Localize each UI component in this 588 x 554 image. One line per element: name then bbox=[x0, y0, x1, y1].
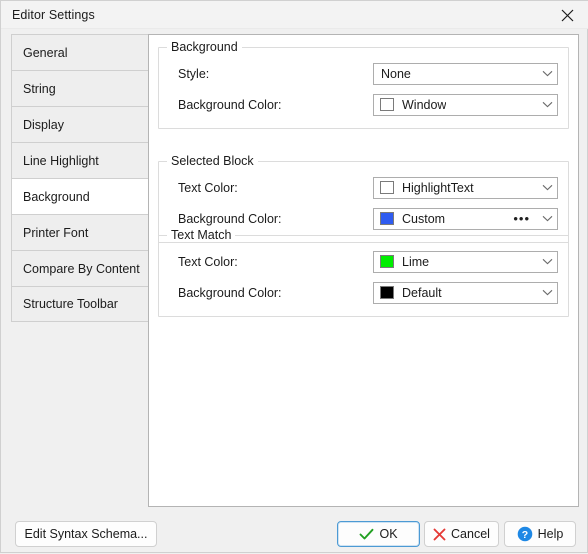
label-text-color: Text Color: bbox=[178, 180, 238, 195]
sidebar-item-background[interactable]: Background bbox=[11, 178, 149, 214]
settings-content-panel: Background Style: None Background Color: bbox=[148, 34, 579, 507]
title-bar: Editor Settings bbox=[1, 1, 588, 29]
color-swatch bbox=[380, 212, 394, 225]
label-background-color: Background Color: bbox=[178, 97, 282, 112]
combo-text-match-text-color[interactable]: Lime bbox=[373, 250, 558, 273]
ok-label: OK bbox=[379, 527, 398, 541]
label-background-color: Background Color: bbox=[178, 285, 282, 300]
color-swatch bbox=[380, 286, 394, 299]
sidebar-item-label: General bbox=[23, 45, 68, 60]
cancel-button[interactable]: Cancel bbox=[424, 521, 499, 547]
help-button[interactable]: ? Help bbox=[504, 521, 576, 547]
combo-selected-block-text-color-value: HighlightText bbox=[402, 180, 474, 195]
combo-selected-block-text-color[interactable]: HighlightText bbox=[373, 176, 558, 199]
chevron-down-icon[interactable] bbox=[537, 70, 557, 77]
edit-syntax-schema-label: Edit Syntax Schema... bbox=[24, 527, 148, 541]
combo-selected-block-background-color[interactable]: Custom ••• bbox=[373, 207, 558, 230]
color-swatch bbox=[380, 181, 394, 194]
combo-selected-block-background-color-value: Custom bbox=[402, 211, 446, 226]
window-title: Editor Settings bbox=[12, 7, 95, 22]
sidebar-item-label: String bbox=[23, 81, 56, 96]
row-background-style: Style: None bbox=[159, 58, 568, 89]
group-selected-block-title: Selected Block bbox=[167, 154, 258, 168]
close-x-icon bbox=[433, 528, 446, 541]
chevron-down-icon[interactable] bbox=[537, 184, 557, 191]
sidebar-item-label: Background bbox=[23, 189, 90, 204]
label-text-color: Text Color: bbox=[178, 254, 238, 269]
help-label: Help bbox=[537, 527, 564, 541]
check-icon bbox=[359, 528, 374, 541]
combo-background-style-value: None bbox=[381, 66, 411, 81]
group-background: Background Style: None Background Color: bbox=[158, 40, 569, 129]
row-text-match-text-color: Text Color: Lime bbox=[159, 246, 568, 277]
close-icon[interactable] bbox=[545, 1, 588, 29]
group-text-match-title: Text Match bbox=[167, 228, 236, 242]
svg-text:?: ? bbox=[521, 529, 527, 541]
label-background-color: Background Color: bbox=[178, 211, 282, 226]
combo-background-color[interactable]: Window bbox=[373, 93, 558, 116]
cancel-label: Cancel bbox=[451, 527, 490, 541]
sidebar-item-label: Display bbox=[23, 117, 64, 132]
chevron-down-icon[interactable] bbox=[537, 101, 557, 108]
group-text-match: Text Match Text Color: Lime Background C… bbox=[158, 228, 569, 317]
row-background-color: Background Color: Window bbox=[159, 89, 568, 120]
sidebar-item-string[interactable]: String bbox=[11, 70, 149, 106]
sidebar-item-printer-font[interactable]: Printer Font bbox=[11, 214, 149, 250]
combo-text-match-background-color-value: Default bbox=[402, 285, 442, 300]
sidebar-item-general[interactable]: General bbox=[11, 34, 149, 70]
ellipsis-icon[interactable]: ••• bbox=[508, 212, 535, 225]
editor-settings-dialog: Editor Settings General String Display L… bbox=[0, 0, 588, 553]
color-swatch bbox=[380, 98, 394, 111]
sidebar-item-line-highlight[interactable]: Line Highlight bbox=[11, 142, 149, 178]
combo-text-match-background-color[interactable]: Default bbox=[373, 281, 558, 304]
settings-category-tabs: General String Display Line Highlight Ba… bbox=[11, 34, 149, 322]
ok-button[interactable]: OK bbox=[337, 521, 420, 547]
sidebar-item-label: Compare By Content bbox=[23, 261, 140, 276]
sidebar-item-compare-by-content[interactable]: Compare By Content bbox=[11, 250, 149, 286]
row-selected-block-text-color: Text Color: HighlightText bbox=[159, 172, 568, 203]
label-style: Style: bbox=[178, 66, 210, 81]
combo-background-color-value: Window bbox=[402, 97, 447, 112]
combo-background-style[interactable]: None bbox=[373, 62, 558, 85]
chevron-down-icon[interactable] bbox=[537, 289, 557, 296]
combo-text-match-text-color-value: Lime bbox=[402, 254, 430, 269]
chevron-down-icon[interactable] bbox=[537, 215, 557, 222]
sidebar-item-structure-toolbar[interactable]: Structure Toolbar bbox=[11, 286, 149, 322]
color-swatch bbox=[380, 255, 394, 268]
dialog-button-bar: Edit Syntax Schema... OK Cancel ? Help bbox=[1, 514, 588, 554]
edit-syntax-schema-button[interactable]: Edit Syntax Schema... bbox=[15, 521, 157, 547]
chevron-down-icon[interactable] bbox=[537, 258, 557, 265]
help-question-icon: ? bbox=[517, 526, 533, 542]
group-background-title: Background bbox=[167, 40, 242, 54]
row-text-match-background-color: Background Color: Default bbox=[159, 277, 568, 308]
sidebar-item-label: Printer Font bbox=[23, 225, 89, 240]
sidebar-item-display[interactable]: Display bbox=[11, 106, 149, 142]
sidebar-item-label: Line Highlight bbox=[23, 153, 99, 168]
sidebar-item-label: Structure Toolbar bbox=[23, 297, 118, 311]
